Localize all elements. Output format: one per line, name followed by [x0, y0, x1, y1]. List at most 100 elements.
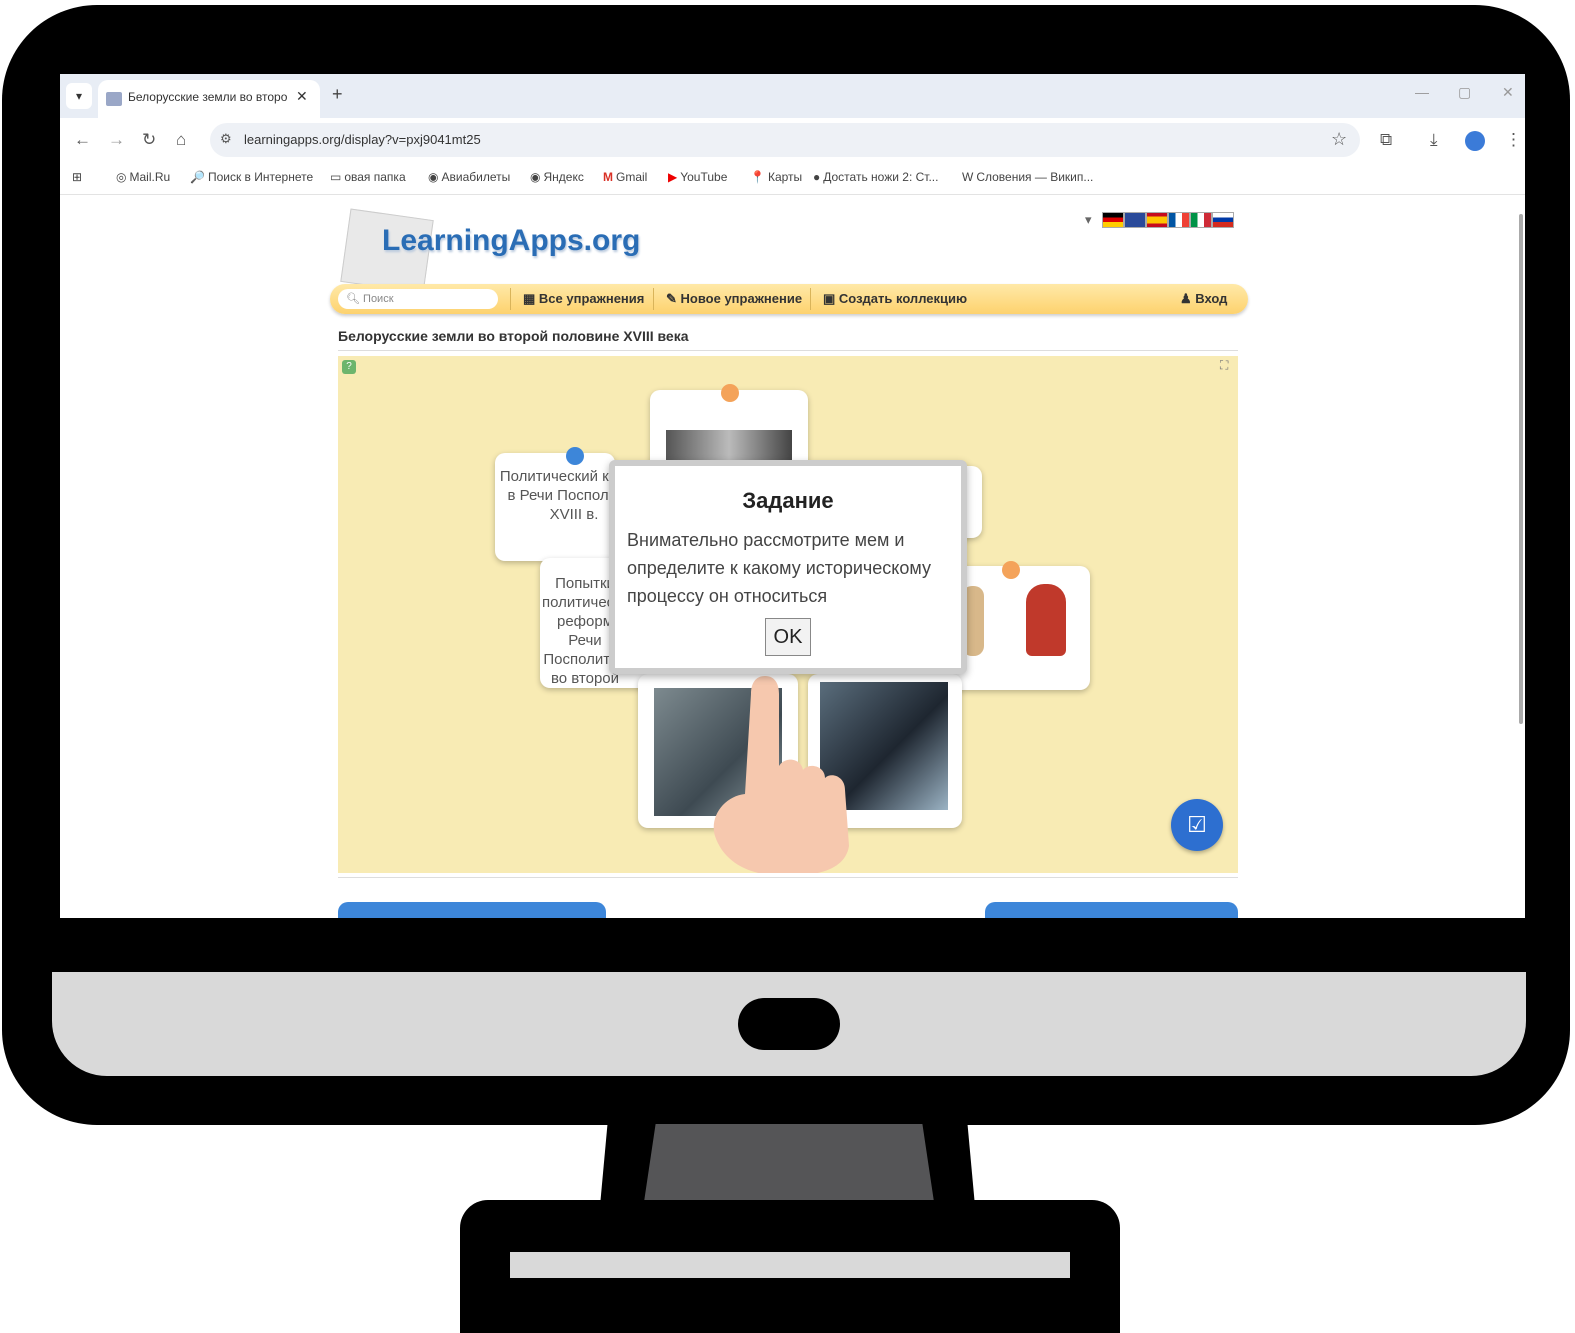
download-icon[interactable]: ⤓	[1430, 130, 1438, 150]
site-logo[interactable]: LearningApps.org	[382, 224, 640, 258]
screen: ▾ Белорусские земли во второй ✕ + — ▢ ✕ …	[60, 74, 1525, 918]
portrait-image	[1026, 584, 1066, 656]
ok-button[interactable]: OK	[765, 618, 811, 656]
pointer-hand-icon	[713, 676, 849, 873]
map-pin-icon: 📍	[750, 170, 765, 184]
home-icon[interactable]: ⌂	[176, 130, 186, 150]
nav-divider	[510, 288, 511, 310]
meme-card[interactable]	[946, 566, 1090, 690]
globe-icon: ◉	[428, 170, 439, 184]
check-icon: ☑	[1187, 812, 1207, 837]
bookmark-label: Карты	[767, 170, 803, 184]
collection-icon: ▣	[823, 291, 839, 306]
dialog-body: Внимательно рассмотрите мем и определите…	[627, 530, 931, 606]
tab-close-icon[interactable]: ✕	[296, 88, 308, 105]
bookmark-star-icon[interactable]: ☆	[1331, 129, 1347, 150]
url-text[interactable]: learningapps.org/display?v=pxj9041mt25	[244, 132, 481, 147]
user-icon: ♟	[1180, 291, 1196, 306]
category-card[interactable]: Политический кризис в Речи Посполитой XV…	[495, 453, 615, 561]
nav-label: Все упражнения	[538, 291, 645, 306]
language-dropdown-icon[interactable]: ▾	[1085, 212, 1092, 228]
extensions-icon[interactable]: ⧉	[1380, 130, 1392, 150]
bookmark-label: YouTube	[680, 170, 728, 184]
profile-avatar[interactable]	[1465, 131, 1485, 151]
nav-divider	[810, 288, 811, 310]
nav-new-exercise[interactable]: ✎ Новое упражнение	[666, 291, 802, 307]
bookmark-item[interactable]: ◉ Яндекс	[530, 170, 584, 184]
bookmark-item[interactable]: ◎ Mail.Ru	[116, 170, 170, 184]
tab-search-button[interactable]: ▾	[66, 83, 92, 109]
category-label: Политический кризис в Речи Посполитой XV…	[499, 468, 615, 523]
wikipedia-icon: W	[962, 170, 974, 184]
tab-title: Белорусские земли во второй	[128, 90, 288, 104]
bookmarks-bar: ⊞ ◎ Mail.Ru 🔎 Поиск в Интернете ▭ овая папк…	[60, 162, 1525, 195]
chevron-down-icon: ▾	[75, 89, 83, 103]
close-window-icon[interactable]: ✕	[1502, 84, 1514, 101]
bookmark-label: Gmail	[616, 170, 648, 184]
nav-all-exercises[interactable]: ▦ Все упражнения	[523, 291, 644, 307]
search-placeholder: Поиск	[363, 293, 394, 305]
bookmark-label: Яндекс	[543, 170, 584, 184]
pin-icon	[566, 447, 584, 465]
apps-grid-icon[interactable]: ⊞	[72, 170, 82, 184]
maximize-icon[interactable]: ▢	[1458, 84, 1471, 101]
monitor-stand-bar	[510, 1252, 1070, 1278]
site-info-icon[interactable]: ⚙	[220, 131, 232, 147]
nav-create-collection[interactable]: ▣ Создать коллекцию	[823, 291, 967, 307]
dialog-title: Задание	[742, 488, 834, 513]
url-bar[interactable]: ⚙ learningapps.org/display?v=pxj9041mt25…	[210, 123, 1360, 157]
tab-bar: ▾ Белорусские земли во второй ✕ + — ▢ ✕	[60, 74, 1525, 118]
bookmark-label: овая папка	[344, 170, 406, 184]
search-input[interactable]: 🔍︎ Поиск	[338, 289, 498, 309]
bookmark-item[interactable]: 🔎 Поиск в Интернете	[190, 170, 313, 184]
flag-gb-icon[interactable]	[1124, 212, 1146, 228]
minimize-icon[interactable]: —	[1415, 84, 1429, 100]
bottom-divider	[338, 877, 1238, 878]
bookmark-item[interactable]: 📍 Карты	[750, 170, 802, 184]
bookmark-item[interactable]: ▶ YouTube	[668, 170, 727, 184]
menu-dots-icon[interactable]: ⋮	[1505, 130, 1522, 150]
grid-icon: ▦	[523, 291, 539, 306]
monitor-logo	[738, 998, 840, 1050]
bookmark-label: Авиабилеты	[441, 170, 511, 184]
pin-icon	[1002, 561, 1020, 579]
browser-tab[interactable]: Белорусские земли во второй ✕	[98, 80, 320, 118]
flag-fr-icon[interactable]	[1168, 212, 1190, 228]
bookmark-item[interactable]: ◉ Авиабилеты	[428, 170, 510, 184]
bookmark-item[interactable]: W Словения — Викип...	[962, 170, 1093, 184]
flag-de-icon[interactable]	[1102, 212, 1124, 228]
back-arrow-icon[interactable]: ←	[74, 130, 91, 150]
youtube-icon: ▶	[668, 170, 678, 184]
check-answer-button[interactable]: ☑	[1171, 799, 1223, 851]
site-nav-bar: 🔍︎ Поиск ▦ Все упражнения ✎ Новое упражн…	[330, 284, 1248, 314]
pencil-icon: ✎	[666, 291, 681, 306]
bookmark-item[interactable]: ● Достать ножи 2: Ст...	[813, 170, 938, 184]
flag-it-icon[interactable]	[1190, 212, 1212, 228]
save-to-my-apps-button[interactable]	[985, 902, 1238, 918]
bookmark-label: Достать ножи 2: Ст...	[823, 170, 939, 184]
nav-label: Вход	[1195, 291, 1228, 306]
help-icon[interactable]: ?	[342, 360, 356, 374]
bookmark-item[interactable]: M Gmail	[603, 170, 647, 184]
fullscreen-icon[interactable]: ⛶	[1220, 358, 1228, 373]
bookmark-icon: ●	[813, 170, 821, 184]
monitor-neck-inner	[644, 1124, 934, 1202]
flag-ru-icon[interactable]	[1212, 212, 1234, 228]
nav-label: Новое упражнение	[680, 291, 803, 306]
bookmark-label: Словения — Викип...	[976, 170, 1094, 184]
title-divider	[338, 350, 1238, 351]
bookmark-icon: 🔎	[190, 170, 205, 184]
page-scrollbar[interactable]	[1519, 214, 1523, 724]
bookmark-item[interactable]: ▭ овая папка	[330, 170, 406, 184]
nav-login[interactable]: ♟ Вход	[1180, 291, 1227, 307]
bookmark-label: Mail.Ru	[129, 170, 171, 184]
folder-icon: ▭	[330, 170, 342, 184]
address-toolbar: ← → ↻ ⌂ ⚙ learningapps.org/display?v=pxj…	[60, 118, 1525, 162]
reload-icon[interactable]: ↻	[142, 130, 156, 150]
new-tab-button[interactable]: +	[332, 84, 343, 105]
nav-divider	[653, 288, 654, 310]
flag-es-icon[interactable]	[1146, 212, 1168, 228]
forward-arrow-icon[interactable]: →	[108, 130, 125, 150]
search-icon: 🔍︎	[346, 293, 364, 305]
create-similar-button[interactable]	[338, 902, 606, 918]
